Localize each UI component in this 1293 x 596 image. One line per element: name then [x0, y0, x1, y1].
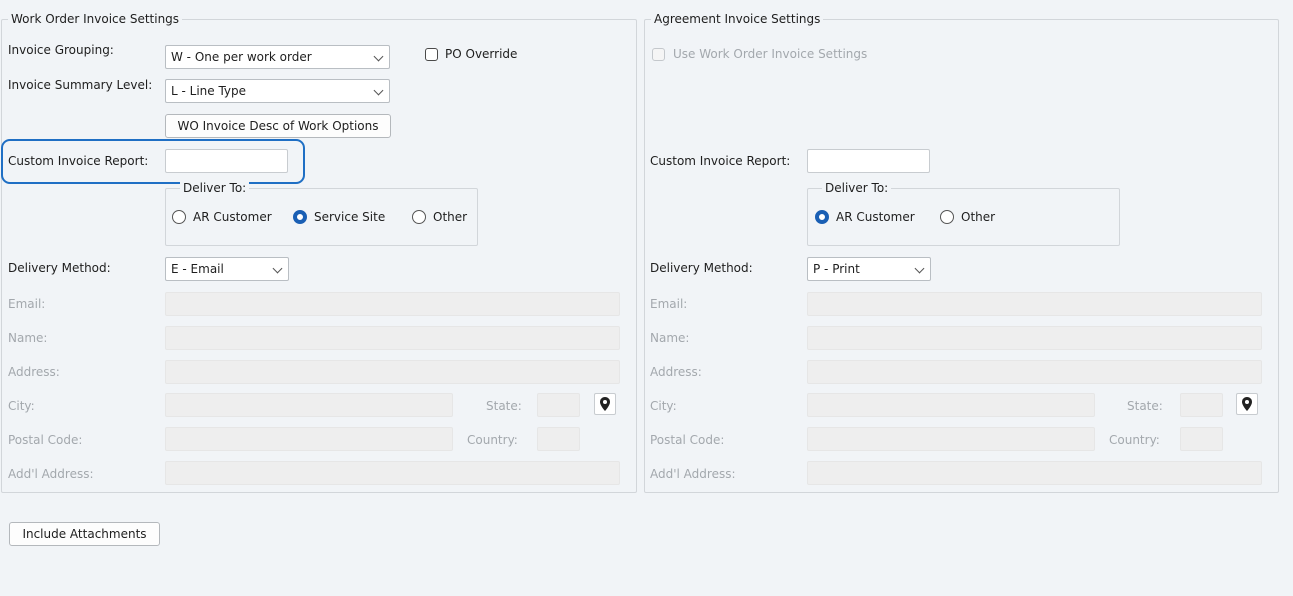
ag-deliver-ar-customer-label: AR Customer: [836, 210, 915, 224]
ag-addl-address-label: Add'l Address:: [650, 467, 736, 481]
ag-postal-code-label: Postal Code:: [650, 433, 725, 447]
ag-email-label: Email:: [650, 297, 688, 311]
country-label: Country:: [467, 433, 518, 447]
ag-city-field[interactable]: [807, 393, 1095, 417]
agreement-invoice-settings-group: Agreement Invoice Settings: [644, 12, 1279, 493]
ag-delivery-method-select[interactable]: P - Print: [807, 257, 931, 281]
email-label: Email:: [8, 297, 46, 311]
chevron-down-icon: [272, 263, 283, 274]
include-attachments-button[interactable]: Include Attachments: [9, 522, 160, 546]
deliver-ar-customer-radio[interactable]: [172, 210, 186, 224]
deliver-other-radio[interactable]: [412, 210, 426, 224]
ag-deliver-to-legend: Deliver To:: [822, 181, 892, 195]
ag-addl-address-field[interactable]: [807, 461, 1262, 485]
delivery-method-label: Delivery Method:: [8, 261, 111, 275]
delivery-method-select[interactable]: E - Email: [165, 257, 289, 281]
ag-email-field[interactable]: [807, 292, 1262, 316]
ag-country-label: Country:: [1109, 433, 1160, 447]
addl-address-field[interactable]: [165, 461, 620, 485]
ag-city-label: City:: [650, 399, 677, 413]
ag-deliver-ar-customer-radio[interactable]: [815, 210, 829, 224]
address-label: Address:: [8, 365, 60, 379]
map-pin-icon: [600, 397, 610, 411]
po-override-checkbox[interactable]: [425, 48, 438, 61]
custom-invoice-report-input[interactable]: [165, 149, 288, 173]
city-label: City:: [8, 399, 35, 413]
city-field[interactable]: [165, 393, 453, 417]
ag-custom-invoice-report-input[interactable]: [807, 149, 930, 173]
ag-state-field[interactable]: [1180, 393, 1223, 417]
map-pin-icon: [1242, 397, 1252, 411]
ag-state-label: State:: [1127, 399, 1163, 413]
ag-postal-code-field[interactable]: [807, 427, 1095, 451]
ag-delivery-method-value: P - Print: [813, 262, 860, 276]
invoice-summary-level-select[interactable]: L - Line Type: [165, 79, 390, 103]
ag-address-label: Address:: [650, 365, 702, 379]
invoice-grouping-select[interactable]: W - One per work order: [165, 45, 390, 69]
invoice-summary-level-value: L - Line Type: [171, 84, 247, 98]
name-label: Name:: [8, 331, 48, 345]
agreement-invoice-settings-legend: Agreement Invoice Settings: [651, 12, 824, 26]
deliver-to-legend: Deliver To:: [180, 181, 250, 195]
chevron-down-icon: [373, 85, 384, 96]
use-wo-invoice-settings-label: Use Work Order Invoice Settings: [673, 47, 868, 61]
country-field[interactable]: [537, 427, 580, 451]
email-field[interactable]: [165, 292, 620, 316]
deliver-service-site-label: Service Site: [314, 210, 386, 224]
deliver-ar-customer-label: AR Customer: [193, 210, 272, 224]
ag-delivery-method-label: Delivery Method:: [650, 261, 753, 275]
invoice-summary-level-label: Invoice Summary Level:: [8, 78, 153, 92]
ag-deliver-other-label: Other: [961, 210, 996, 224]
ag-map-pin-button[interactable]: [1236, 393, 1258, 415]
delivery-method-value: E - Email: [171, 262, 224, 276]
state-field[interactable]: [537, 393, 580, 417]
address-field[interactable]: [165, 360, 620, 384]
ag-address-field[interactable]: [807, 360, 1262, 384]
deliver-service-site-radio[interactable]: [293, 210, 307, 224]
invoice-grouping-label: Invoice Grouping:: [8, 43, 114, 57]
postal-code-label: Postal Code:: [8, 433, 83, 447]
ag-name-field[interactable]: [807, 326, 1262, 350]
po-override-label: PO Override: [445, 47, 518, 61]
deliver-other-label: Other: [433, 210, 468, 224]
use-wo-invoice-settings-checkbox[interactable]: [652, 48, 665, 61]
wo-invoice-desc-of-work-options-button[interactable]: WO Invoice Desc of Work Options: [165, 114, 391, 138]
ag-custom-invoice-report-label: Custom Invoice Report:: [650, 154, 791, 168]
chevron-down-icon: [373, 51, 384, 62]
chevron-down-icon: [914, 263, 925, 274]
addl-address-label: Add'l Address:: [8, 467, 94, 481]
postal-code-field[interactable]: [165, 427, 453, 451]
ag-name-label: Name:: [650, 331, 690, 345]
work-order-invoice-settings-legend: Work Order Invoice Settings: [8, 12, 183, 26]
state-label: State:: [486, 399, 522, 413]
ag-country-field[interactable]: [1180, 427, 1223, 451]
custom-invoice-report-label: Custom Invoice Report:: [8, 154, 149, 168]
ag-deliver-other-radio[interactable]: [940, 210, 954, 224]
name-field[interactable]: [165, 326, 620, 350]
invoice-grouping-value: W - One per work order: [171, 50, 312, 64]
map-pin-button[interactable]: [594, 393, 616, 415]
